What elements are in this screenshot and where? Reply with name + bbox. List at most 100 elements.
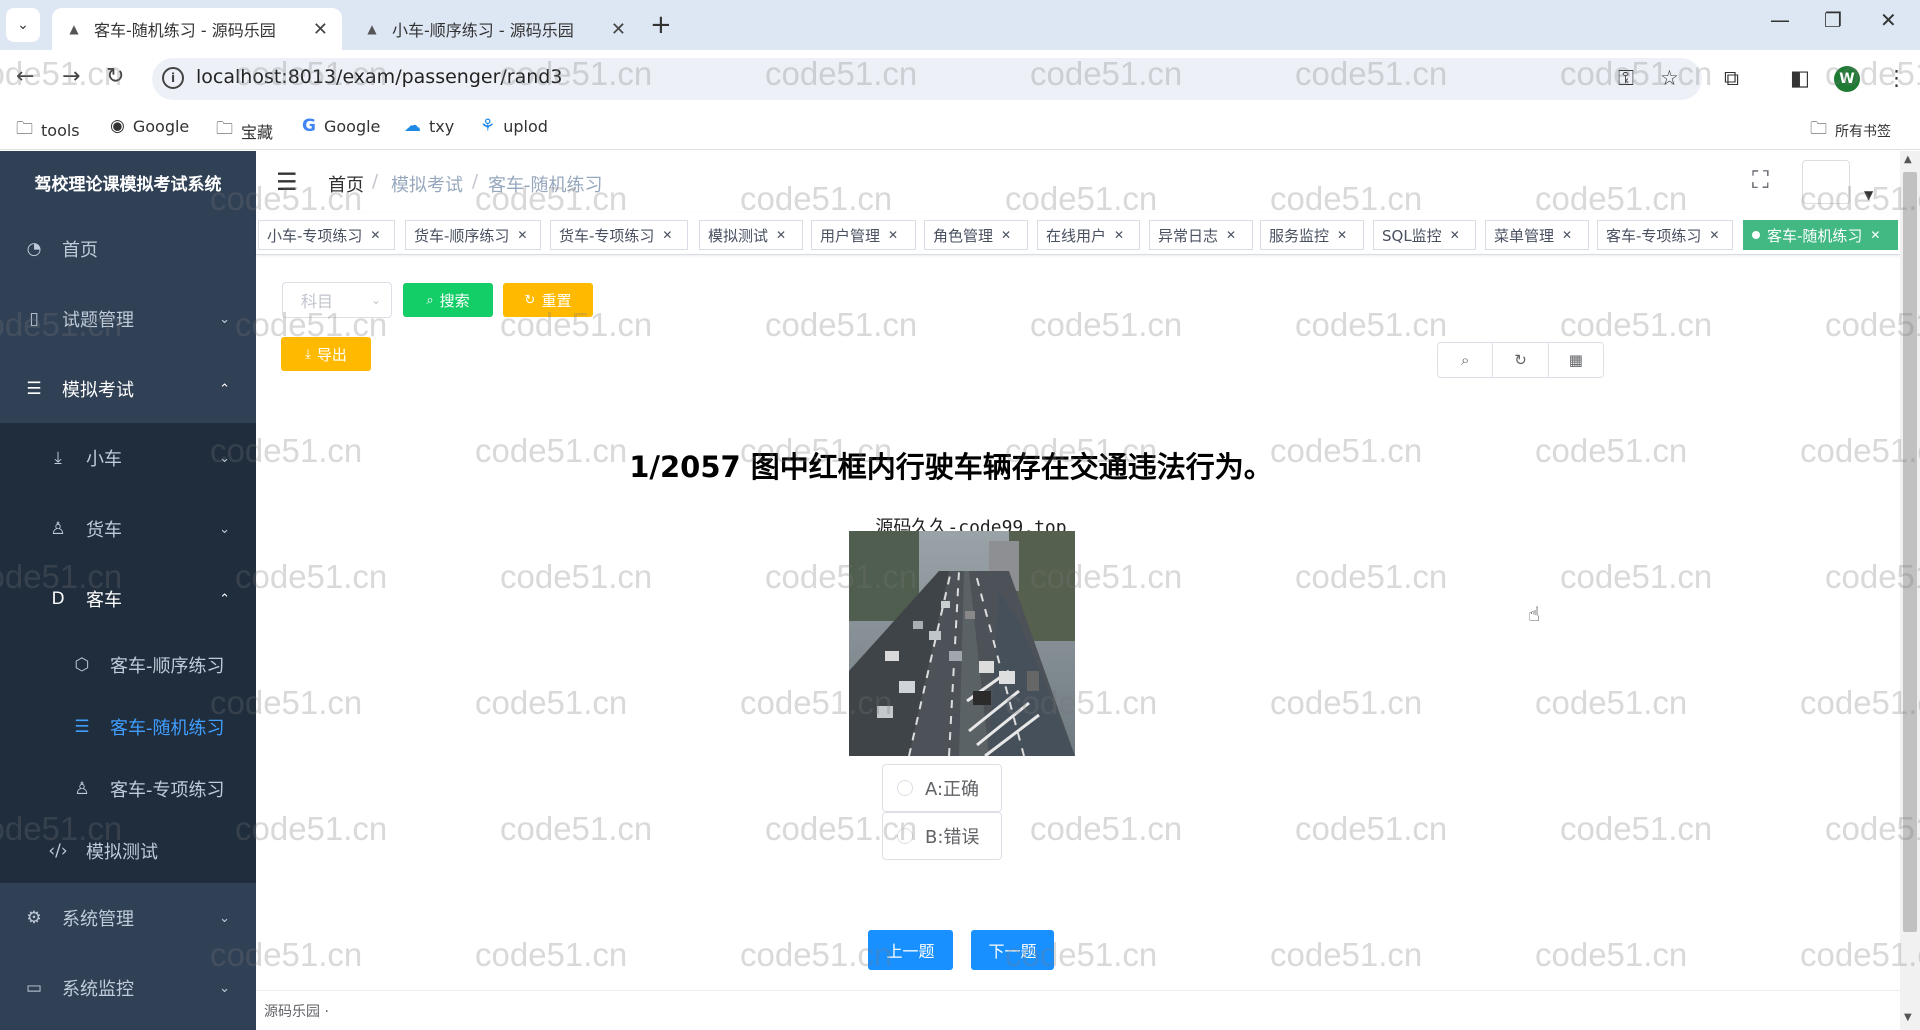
tag-item[interactable]: 在线用户 ✕ — [1037, 220, 1140, 250]
sidebar-item-system[interactable]: ⚙ 系统管理 ⌄ — [0, 883, 256, 953]
option-b[interactable]: B:错误 — [882, 812, 1002, 860]
next-question-button[interactable]: 下一题 — [971, 930, 1054, 970]
browser-tab-active[interactable]: ▲ 客车-随机练习 - 源码乐园 ✕ — [52, 8, 342, 50]
close-icon[interactable]: ✕ — [1709, 228, 1719, 242]
sidebar-item-questions[interactable]: ▯ 试题管理 ⌄ — [0, 284, 256, 354]
tag-item[interactable]: 菜单管理 ✕ — [1485, 220, 1589, 250]
close-icon[interactable]: ✕ — [1114, 228, 1124, 242]
close-icon[interactable]: ✕ — [1001, 228, 1011, 242]
search-icon: ⌕ — [426, 292, 434, 308]
right-toolbar: ⌕ ↻ ▦ — [1437, 342, 1604, 378]
search-button[interactable]: ⌕ 搜索 — [403, 283, 493, 317]
browser-tab-2[interactable]: ▲ 小车-顺序练习 - 源码乐园 ✕ — [350, 8, 640, 50]
sidebar-item-label: 系统管理 — [62, 909, 134, 930]
tag-item[interactable]: SQL监控 ✕ — [1373, 220, 1476, 250]
sidebar-item-home[interactable]: ◔ 首页 — [0, 214, 256, 284]
tag-item[interactable]: 模拟测试 ✕ — [699, 220, 803, 250]
tag-item[interactable]: 用户管理 ✕ — [811, 220, 916, 250]
tag-item-active[interactable]: 客车-随机练习 ✕ — [1743, 220, 1898, 250]
sidebar-item-bus[interactable]: D 客车 ⌃ — [0, 564, 256, 634]
close-tab-icon[interactable]: ✕ — [611, 19, 626, 40]
tag-item[interactable]: 服务监控 ✕ — [1260, 220, 1364, 250]
restore-icon[interactable]: ❐ — [1824, 8, 1842, 32]
profile-avatar[interactable]: W — [1834, 66, 1860, 92]
sidebar-item-car[interactable]: ⤓ 小车 ⌄ — [0, 423, 256, 493]
fullscreen-icon[interactable]: ⛶ — [1752, 166, 1769, 194]
site-info-icon[interactable]: i — [162, 67, 184, 89]
close-icon[interactable]: ✕ — [1562, 228, 1572, 242]
extensions-icon[interactable]: ⧉ — [1724, 66, 1739, 91]
hamburger-icon[interactable]: ☰ — [276, 168, 298, 196]
close-icon[interactable]: ✕ — [1226, 228, 1236, 242]
minimize-icon[interactable]: — — [1770, 8, 1790, 32]
scroll-up-icon[interactable]: ▲ — [1904, 154, 1912, 165]
side-panel-icon[interactable]: ◧ — [1790, 66, 1810, 90]
bookmark-baozang[interactable]: 🗀 宝藏 — [216, 116, 273, 145]
menu-kebab-icon[interactable]: ⋮ — [1886, 66, 1907, 90]
breadcrumb-home[interactable]: 首页 — [328, 171, 364, 197]
scrollbar-thumb[interactable] — [1903, 172, 1917, 932]
refresh-icon[interactable]: ↻ — [1493, 343, 1549, 377]
chevron-down-icon: ⌄ — [219, 521, 230, 537]
close-icon[interactable]: ✕ — [370, 228, 380, 242]
all-bookmarks[interactable]: 🗀 所有书签 — [1810, 116, 1891, 145]
tag-label: 货车-顺序练习 — [414, 226, 510, 245]
sidebar-item-mock-exam[interactable]: ☰ 模拟考试 ⌃ — [0, 354, 256, 424]
subject-select[interactable]: 科目 ⌄ — [282, 282, 392, 318]
question-text: 1/2057 图中红框内行驶车辆存在交通违法行为。 — [629, 450, 1273, 484]
caret-down-icon[interactable]: ▼ — [1864, 188, 1873, 202]
bookmark-tools[interactable]: 🗀 tools — [16, 116, 80, 145]
export-button[interactable]: ⤓ 导出 — [281, 337, 371, 371]
close-tab-icon[interactable]: ✕ — [313, 19, 328, 40]
tag-item[interactable]: 货车-顺序练习 ✕ — [405, 220, 541, 250]
bookmark-google[interactable]: ◉ Google — [110, 116, 189, 136]
watermark-text: code51.cn — [1030, 810, 1183, 847]
bookmark-label: Google — [132, 116, 190, 136]
sidebar-item-bus-sequential[interactable]: ⬡ 客车-顺序练习 — [0, 630, 256, 700]
watermark-text: code51.cn — [500, 810, 653, 847]
cube-icon: ⬡ — [74, 655, 90, 675]
close-icon[interactable]: ✕ — [517, 228, 527, 242]
sidebar-item-bus-random[interactable]: ☰ 客车-随机练习 — [0, 692, 256, 762]
search-toggle-icon[interactable]: ⌕ — [1438, 343, 1494, 377]
watermark-text: code51.cn — [1030, 306, 1183, 343]
new-tab-icon[interactable]: + — [650, 10, 672, 40]
close-icon[interactable]: ✕ — [888, 228, 898, 242]
bookmark-google-2[interactable]: G Google — [302, 116, 380, 136]
scroll-down-icon[interactable]: ▼ — [1904, 1012, 1912, 1023]
reload-icon[interactable]: ↻ — [106, 64, 124, 89]
watermark-text: code51.cn — [1270, 684, 1423, 721]
close-icon[interactable]: ✕ — [1870, 228, 1880, 242]
key-icon[interactable]: ⚿ — [1618, 66, 1634, 91]
sidebar-item-mock-test[interactable]: ‹/› 模拟测试 — [0, 816, 256, 886]
watermark-text: code51.cn — [1535, 936, 1688, 973]
option-a[interactable]: A:正确 — [882, 764, 1002, 812]
reset-button[interactable]: ↻ 重置 — [503, 283, 593, 317]
forward-icon[interactable]: → — [62, 64, 80, 89]
url-text[interactable]: localhost:8013/exam/passenger/rand3 — [196, 66, 562, 88]
bookmark-uplod[interactable]: ⚘ uplod — [480, 116, 548, 136]
close-icon[interactable]: ✕ — [1450, 228, 1460, 242]
star-icon[interactable]: ☆ — [1660, 66, 1679, 90]
close-icon[interactable]: ✕ — [1337, 228, 1347, 242]
tag-item[interactable]: 货车-专项练习 ✕ — [550, 220, 688, 250]
tag-item[interactable]: 小车-专项练习 ✕ — [258, 220, 395, 250]
tag-item[interactable]: 客车-专项练习 ✕ — [1597, 220, 1733, 250]
tag-item[interactable]: 角色管理 ✕ — [924, 220, 1028, 250]
radio-icon — [897, 780, 913, 796]
close-icon[interactable]: ✕ — [662, 228, 672, 242]
tag-item[interactable]: 异常日志 ✕ — [1149, 220, 1253, 250]
sidebar-item-monitor[interactable]: ▭ 系统监控 ⌄ — [0, 953, 256, 1023]
bookmark-txy[interactable]: ☁ txy — [404, 116, 454, 136]
sidebar-item-truck[interactable]: ♙ 货车 ⌄ — [0, 494, 256, 564]
monitor-icon: ▭ — [25, 978, 43, 998]
user-avatar[interactable] — [1802, 160, 1850, 204]
close-icon[interactable]: ✕ — [776, 228, 786, 242]
prev-question-button[interactable]: 上一题 — [868, 930, 953, 970]
tab-list-button[interactable]: ⌄ — [6, 8, 40, 42]
watermark-text: code51.cn — [500, 558, 653, 595]
columns-icon[interactable]: ▦ — [1549, 343, 1603, 377]
sidebar-item-bus-special[interactable]: ♙ 客车-专项练习 — [0, 754, 256, 824]
back-icon[interactable]: ← — [16, 64, 34, 89]
close-window-icon[interactable]: ✕ — [1880, 8, 1897, 32]
